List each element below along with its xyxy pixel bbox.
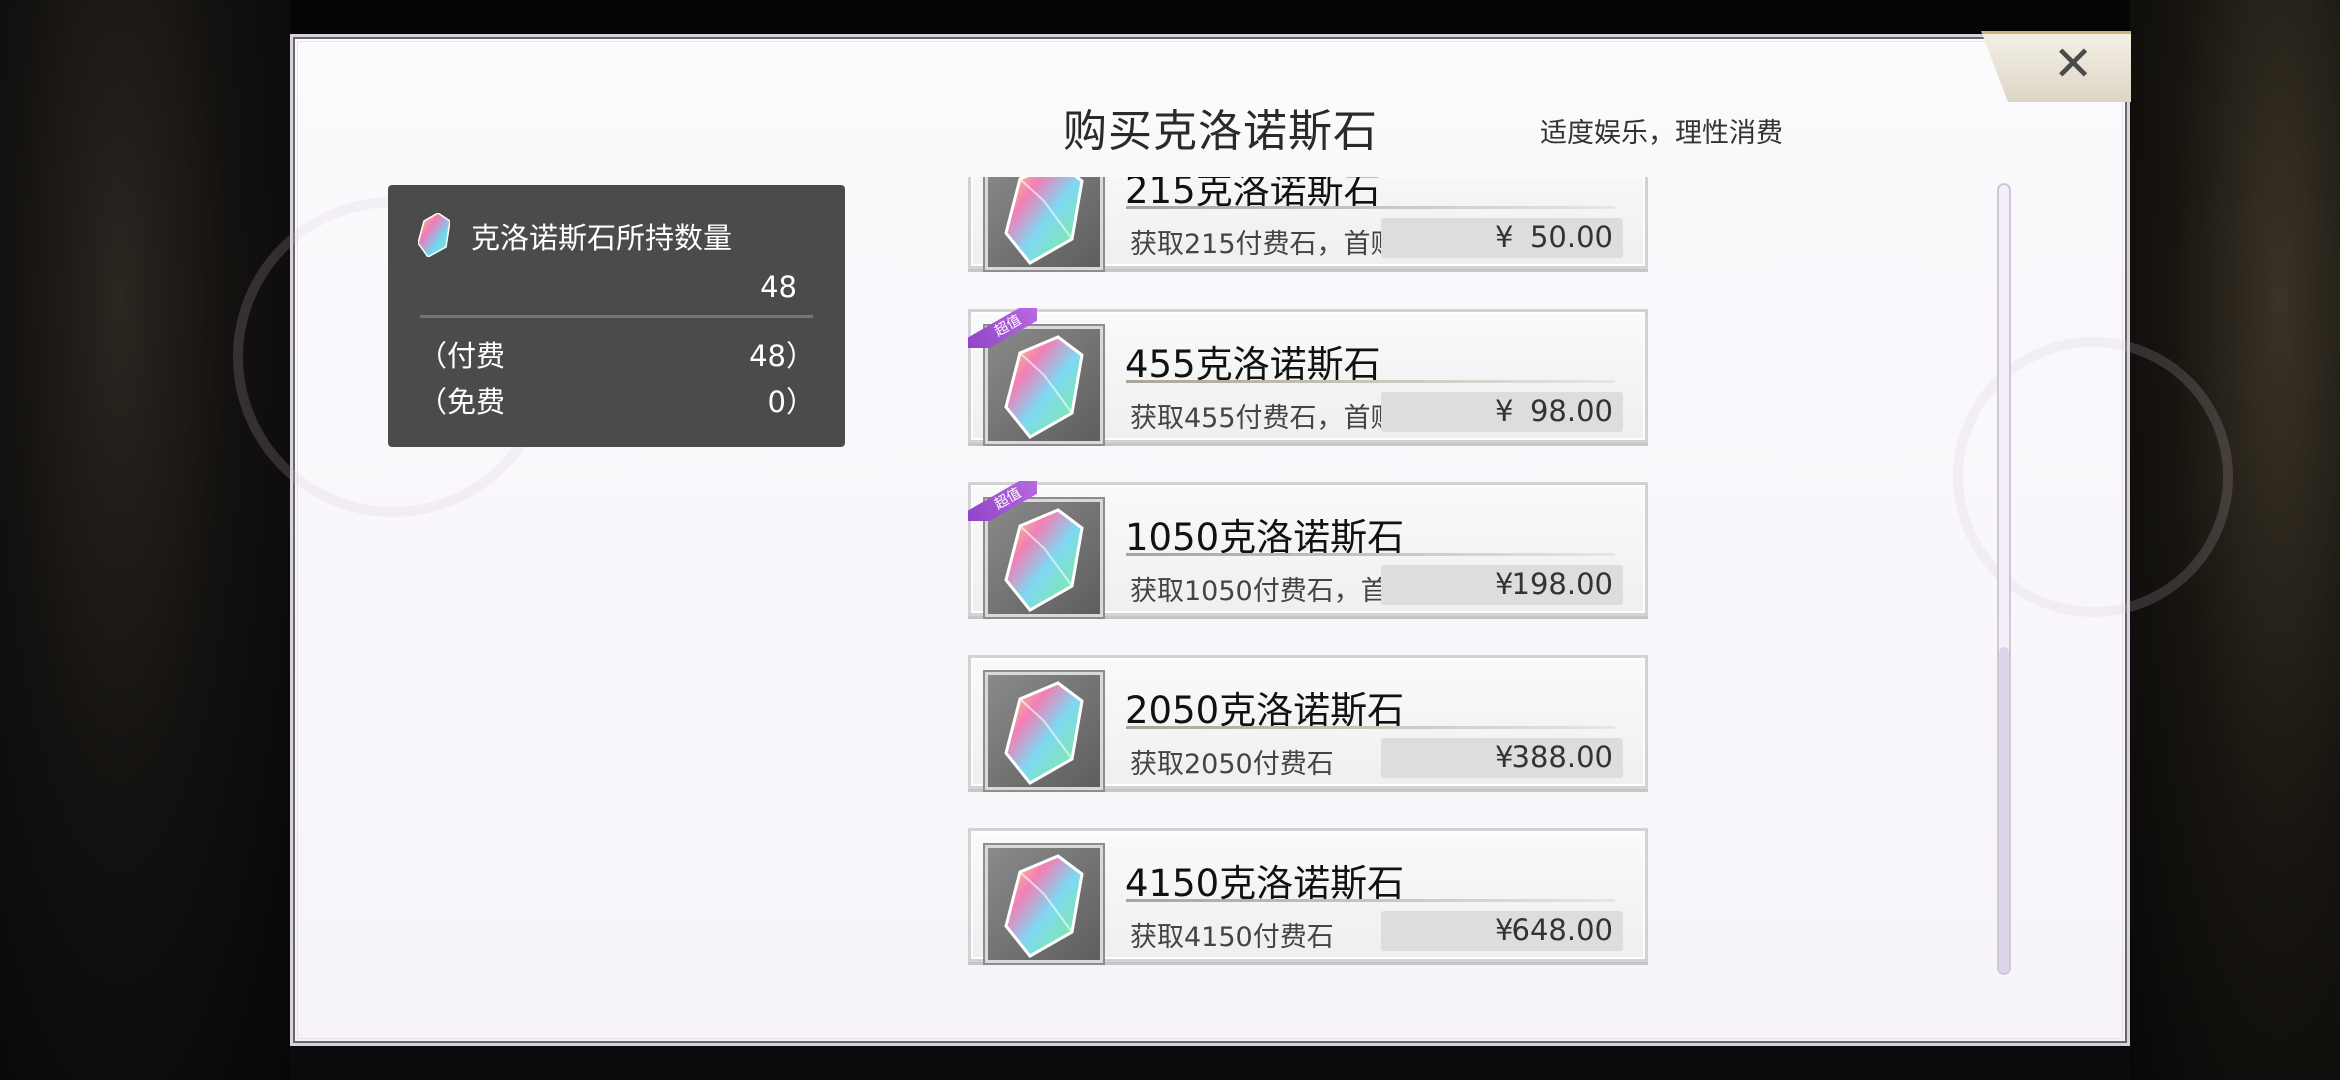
- price-button[interactable]: ¥50.00: [1381, 218, 1623, 258]
- ornament-watermark: [1953, 337, 2233, 617]
- scrollbar-thumb[interactable]: [1999, 647, 2009, 973]
- currency-holdings-panel: 克洛诺斯石所持数量 48 （付费 48） （免费 0）: [388, 185, 845, 447]
- holdings-label: 克洛诺斯石所持数量: [471, 221, 733, 255]
- price-amount: 198.00: [1511, 567, 1613, 601]
- product-item[interactable]: 215克洛诺斯石 获取215付费石，首购加送215免费石 ¥50.00: [968, 177, 1648, 272]
- top-bar-background: [0, 0, 2340, 34]
- product-item[interactable]: 超值 1050克洛诺斯石 获取1050付费石，首购加送1050免费石 ¥198.00: [968, 481, 1648, 619]
- product-divider: [1126, 380, 1615, 383]
- paid-label: （付费: [418, 339, 506, 373]
- price-amount: 98.00: [1529, 394, 1613, 428]
- product-list[interactable]: 215克洛诺斯石 获取215付费石，首购加送215免费石 ¥50.00 超值 455克洛…: [968, 177, 1658, 1017]
- dialog-subtitle: 适度娱乐，理性消费: [1540, 118, 1783, 149]
- crystal-thumbnail: [983, 843, 1105, 965]
- close-icon: ✕: [2053, 36, 2094, 92]
- product-item[interactable]: 4150克洛诺斯石 获取4150付费石 ¥648.00: [968, 828, 1648, 965]
- price-button[interactable]: ¥648.00: [1381, 911, 1623, 951]
- product-divider: [1126, 726, 1615, 729]
- free-value: 0）: [767, 385, 815, 419]
- game-background-left: [0, 0, 290, 1080]
- currency-symbol: ¥: [1495, 394, 1514, 428]
- crystal-icon: [1004, 508, 1084, 612]
- paid-value: 48）: [749, 339, 815, 373]
- price-button[interactable]: ¥98.00: [1381, 392, 1623, 432]
- price-amount: 648.00: [1511, 913, 1613, 947]
- price-button[interactable]: ¥388.00: [1381, 738, 1623, 778]
- product-description: 获取4150付费石: [1130, 922, 1334, 953]
- holdings-divider: [420, 315, 813, 318]
- crystal-icon: [1004, 177, 1084, 265]
- product-description: 获取2050付费石: [1130, 749, 1334, 780]
- purchase-dialog: 购买克洛诺斯石 适度娱乐，理性消费 ✕ 克洛诺斯石所持数量 48 （付费 48）…: [233, 31, 2233, 1046]
- crystal-thumbnail: [983, 177, 1105, 272]
- product-divider: [1126, 553, 1615, 556]
- price-amount: 388.00: [1511, 740, 1613, 774]
- crystal-icon: [1004, 335, 1084, 439]
- product-divider: [1126, 206, 1615, 209]
- price-amount: 50.00: [1529, 220, 1613, 254]
- price-button[interactable]: ¥198.00: [1381, 565, 1623, 605]
- crystal-thumbnail: [983, 670, 1105, 792]
- deal-badge: 超值: [968, 481, 1037, 521]
- crystal-icon: [1004, 854, 1084, 958]
- currency-symbol: ¥: [1495, 220, 1514, 254]
- free-label: （免费: [418, 385, 506, 419]
- product-item[interactable]: 2050克洛诺斯石 获取2050付费石 ¥388.00: [968, 655, 1648, 792]
- deal-ribbon: 超值: [968, 308, 1037, 348]
- holdings-total: 48: [760, 270, 797, 304]
- crystal-icon: [418, 213, 450, 257]
- deal-badge: 超值: [968, 308, 1037, 348]
- deal-ribbon: 超值: [968, 481, 1037, 521]
- crystal-icon: [1004, 681, 1084, 785]
- product-item[interactable]: 超值 455克洛诺斯石 获取455付费石，首购加送455免费石 ¥98.00: [968, 308, 1648, 446]
- product-divider: [1126, 899, 1615, 902]
